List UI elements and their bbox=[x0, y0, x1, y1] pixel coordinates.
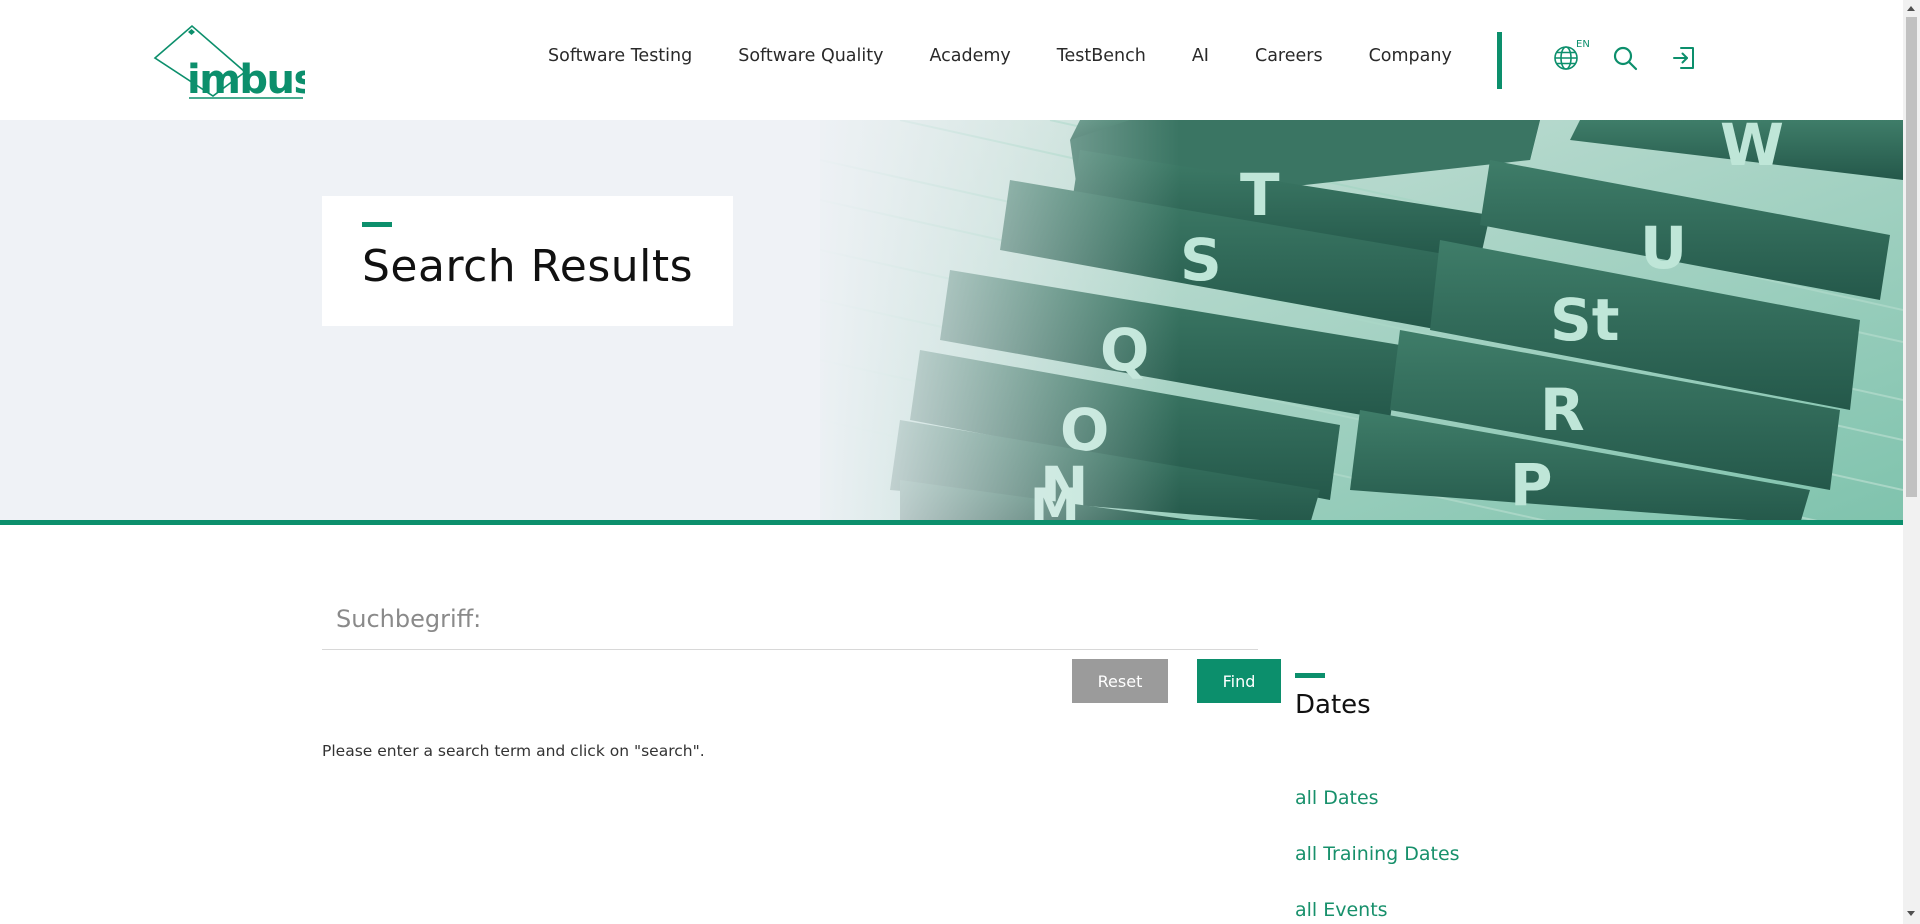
site-header: imbus Software Testing Software Quality … bbox=[0, 0, 1903, 120]
scroll-down-arrow-icon[interactable] bbox=[1907, 911, 1915, 916]
nav-software-quality[interactable]: Software Quality bbox=[738, 46, 883, 66]
scrollbar-thumb[interactable] bbox=[1906, 17, 1917, 497]
search-icon[interactable] bbox=[1612, 45, 1638, 71]
hero-banner: W T U S St Q bbox=[0, 120, 1903, 524]
nav-careers[interactable]: Careers bbox=[1255, 46, 1323, 66]
sidebar-title: Dates bbox=[1295, 690, 1371, 720]
nav-ai[interactable]: AI bbox=[1192, 46, 1209, 66]
header-divider bbox=[1497, 32, 1502, 89]
page-scrollbar[interactable] bbox=[1903, 0, 1920, 924]
main-nav: Software Testing Software Quality Academ… bbox=[548, 46, 1498, 66]
nav-academy[interactable]: Academy bbox=[929, 46, 1010, 66]
reset-button[interactable]: Reset bbox=[1072, 659, 1168, 703]
page-title: Search Results bbox=[362, 241, 694, 292]
hero-bottom-bar bbox=[0, 520, 1903, 525]
page-title-box: Search Results bbox=[322, 196, 733, 326]
sidebar-accent-line bbox=[1295, 673, 1325, 678]
sidebar-link-all-events[interactable]: all Events bbox=[1295, 899, 1388, 921]
login-icon[interactable] bbox=[1671, 45, 1697, 71]
search-hint: Please enter a search term and click on … bbox=[322, 742, 705, 760]
sidebar-link-all-training-dates[interactable]: all Training Dates bbox=[1295, 843, 1460, 865]
nav-software-testing[interactable]: Software Testing bbox=[548, 46, 692, 66]
title-accent-line bbox=[362, 222, 392, 227]
scroll-up-arrow-icon[interactable] bbox=[1907, 6, 1915, 11]
find-button[interactable]: Find bbox=[1197, 659, 1281, 703]
language-badge[interactable]: EN bbox=[1576, 39, 1590, 50]
nav-testbench[interactable]: TestBench bbox=[1057, 46, 1146, 66]
imbus-logo[interactable]: imbus bbox=[153, 24, 305, 100]
hero-image: W T U S St Q bbox=[0, 120, 1903, 524]
search-input[interactable] bbox=[322, 588, 1258, 650]
sidebar-link-all-dates[interactable]: all Dates bbox=[1295, 787, 1379, 809]
nav-company[interactable]: Company bbox=[1369, 46, 1452, 66]
brand-wordmark: imbus bbox=[187, 57, 305, 100]
